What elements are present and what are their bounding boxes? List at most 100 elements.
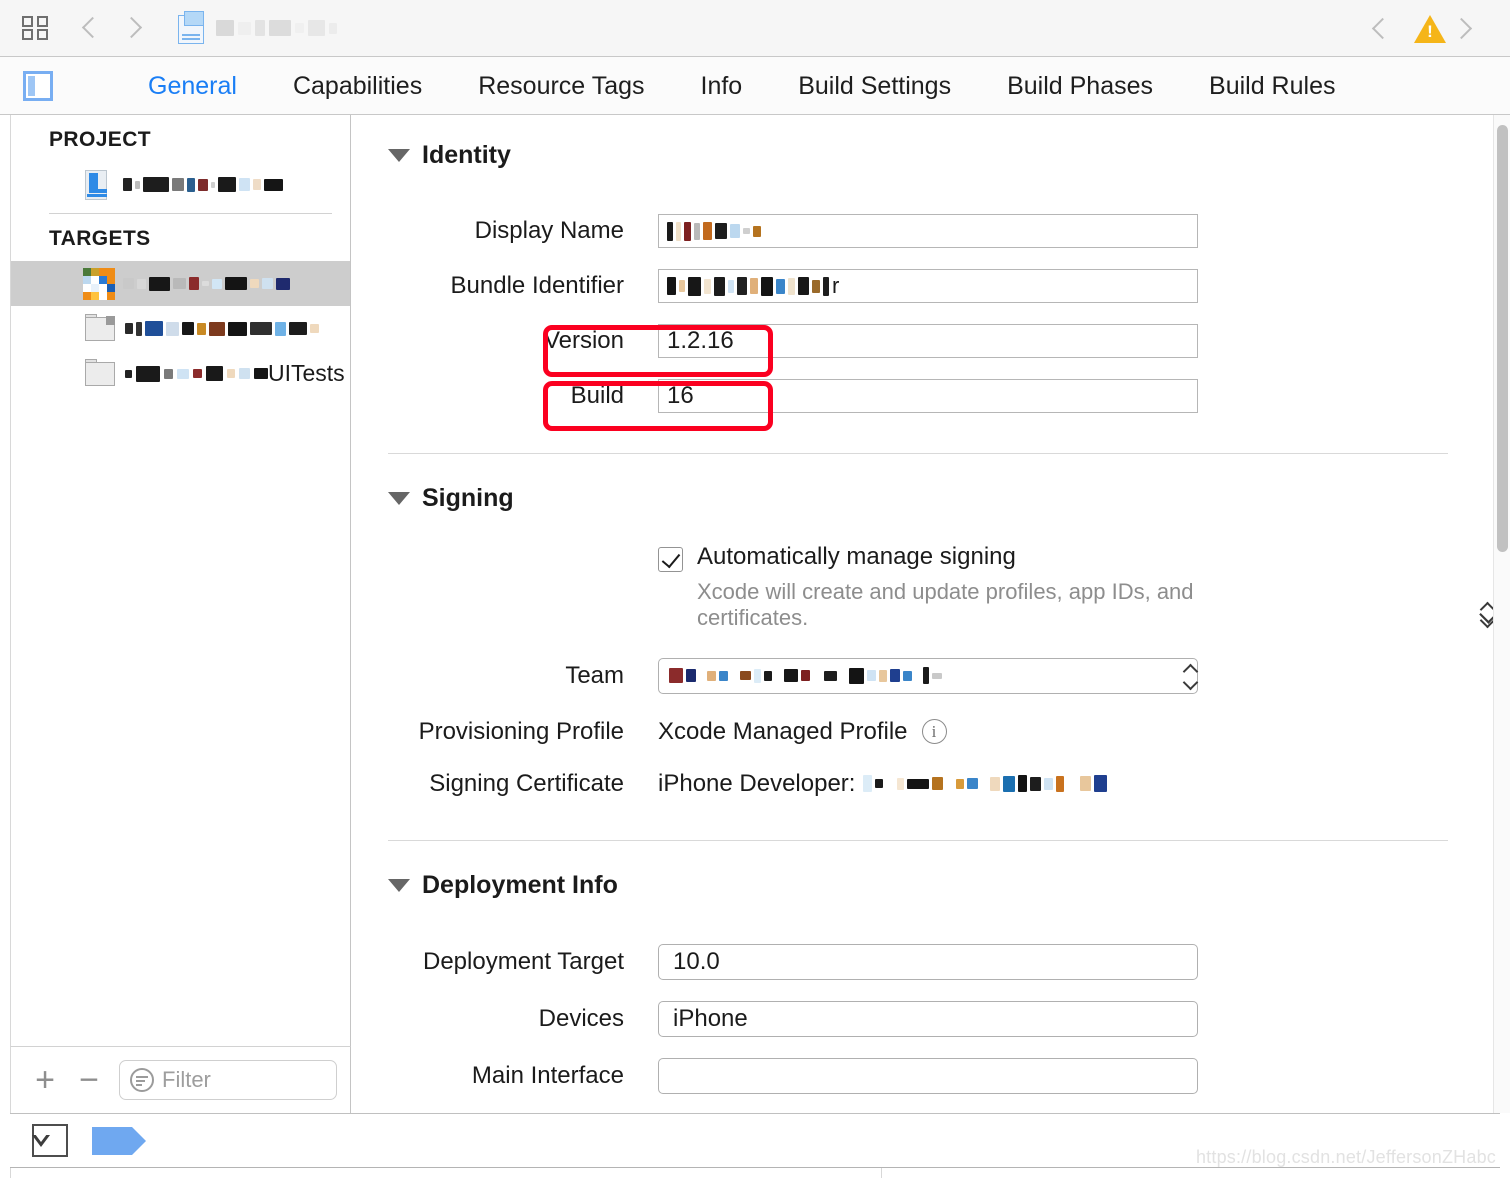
provisioning-profile-value: Xcode Managed Profile (658, 717, 908, 745)
target-uitests-label: UITests (268, 360, 345, 386)
filter-icon (130, 1068, 154, 1092)
disclosure-triangle-icon[interactable] (388, 149, 410, 162)
breakpoint-flag-icon[interactable] (92, 1126, 146, 1155)
project-document-icon (178, 11, 208, 45)
signing-certificate-label: Signing Certificate (429, 769, 624, 797)
field-row-bundle-identifier: Bundle Identifier r (352, 269, 1498, 303)
devices-label: Devices (538, 1004, 624, 1032)
version-input[interactable]: 1.2.16 (658, 324, 1198, 358)
field-row-version: Version 1.2.16 (352, 324, 1498, 358)
deployment-target-label: Deployment Target (423, 947, 624, 975)
section-deployment-info-title: Deployment Info (422, 870, 618, 899)
remove-target-button[interactable]: − (75, 1063, 103, 1097)
field-row-main-interface: Main Interface (352, 1057, 1498, 1094)
filter-placeholder: Filter (162, 1067, 211, 1092)
breadcrumb[interactable] (178, 11, 337, 45)
section-deployment-info-header[interactable]: Deployment Info (388, 871, 1498, 900)
deployment-target-select[interactable]: 10.0 (658, 943, 1198, 980)
bundle-identifier-label: Bundle Identifier (450, 272, 624, 299)
tab-resource-tags[interactable]: Resource Tags (450, 57, 672, 115)
toolbar-left-group (0, 11, 337, 45)
auto-manage-signing-row: Automatically manage signing Xcode will … (658, 543, 1498, 631)
test-bundle-icon (83, 312, 117, 346)
sidebar-footer: + − Filter (10, 1046, 351, 1113)
bundle-identifier-input[interactable]: r (658, 269, 1198, 303)
sidebar-item-target-tests[interactable] (11, 306, 350, 351)
issue-next-chevron-icon[interactable] (1450, 14, 1476, 44)
main-interface-label: Main Interface (471, 1061, 624, 1089)
breadcrumb-redacted-text (216, 20, 337, 36)
display-name-input[interactable] (658, 214, 1198, 248)
filter-issues-icon[interactable] (32, 1124, 68, 1157)
top-toolbar (0, 0, 1510, 57)
filter-input[interactable]: Filter (119, 1060, 337, 1100)
tab-general[interactable]: General (120, 57, 265, 115)
field-row-team: Team (352, 657, 1498, 694)
provisioning-profile-label: Provisioning Profile (418, 717, 624, 745)
auto-manage-signing-checkbox[interactable] (658, 547, 683, 572)
content-scrollbar-track[interactable] (1493, 115, 1510, 1113)
tab-build-settings[interactable]: Build Settings (770, 57, 979, 115)
target-app-name-redacted (123, 276, 290, 291)
project-targets-sidebar: PROJECT TARGETS UITests (10, 115, 351, 1113)
sidebar-section-targets: TARGETS (49, 227, 151, 250)
field-row-provisioning-profile: Provisioning Profile Xcode Managed Profi… (352, 718, 1498, 746)
target-tests-name-redacted (125, 321, 319, 336)
tab-build-phases[interactable]: Build Phases (979, 57, 1181, 115)
sidebar-toggle-icon[interactable] (23, 71, 53, 101)
section-signing-title: Signing (422, 484, 514, 512)
divider-identity-signing (388, 453, 1448, 454)
xcode-project-icon (81, 168, 115, 202)
disclosure-triangle-icon[interactable] (388, 878, 410, 892)
build-label: Build (570, 382, 624, 409)
disclosure-triangle-icon[interactable] (388, 492, 410, 505)
field-row-devices: Devices iPhone (352, 1000, 1498, 1037)
back-chevron-icon[interactable] (78, 13, 104, 43)
add-target-button[interactable]: + (31, 1063, 59, 1097)
sidebar-item-project[interactable] (11, 162, 350, 207)
toolbar-right-group (1368, 0, 1492, 57)
signing-certificate-value-redacted (863, 775, 1108, 793)
devices-select[interactable]: iPhone (658, 1000, 1198, 1037)
tab-info[interactable]: Info (673, 57, 771, 115)
tab-list: General Capabilities Resource Tags Info … (120, 57, 1363, 115)
auto-manage-signing-hint: Xcode will create and update profiles, a… (697, 579, 1194, 630)
content-scrollbar-thumb[interactable] (1497, 125, 1508, 552)
build-input[interactable]: 16 (658, 379, 1198, 413)
field-row-build: Build 16 (352, 379, 1498, 413)
footer-strip (10, 1168, 1500, 1178)
grid-icon[interactable] (22, 14, 52, 42)
info-icon[interactable]: i (921, 719, 947, 745)
sidebar-item-target-uitests[interactable]: UITests (11, 351, 350, 396)
display-name-label: Display Name (474, 217, 624, 244)
editor-tab-bar: General Capabilities Resource Tags Info … (0, 57, 1510, 115)
test-bundle-icon (83, 357, 117, 391)
watermark: https://blog.csdn.net/JeffersonZHabc (1195, 1147, 1496, 1167)
field-row-display-name: Display Name (352, 214, 1498, 248)
section-identity-header[interactable]: Identity (388, 141, 1498, 170)
main-interface-select[interactable] (658, 1057, 1198, 1094)
section-signing-header[interactable]: Signing (388, 484, 1498, 513)
field-row-signing-certificate: Signing Certificate iPhone Developer: (352, 770, 1498, 798)
bundle-identifier-value-redacted: r (667, 273, 839, 299)
sidebar-section-project: PROJECT (49, 128, 151, 151)
field-row-deployment-target: Deployment Target 10.0 (352, 943, 1498, 980)
issue-previous-chevron-icon[interactable] (1368, 14, 1394, 44)
team-value-redacted (669, 667, 942, 685)
team-select[interactable] (658, 657, 1198, 694)
tab-build-rules[interactable]: Build Rules (1181, 57, 1363, 115)
target-uitests-name-redacted (125, 365, 268, 382)
divider-signing-deployment (388, 839, 1448, 841)
tab-capabilities[interactable]: Capabilities (265, 57, 450, 115)
project-name-redacted (123, 177, 283, 192)
app-icon (83, 268, 115, 300)
forward-chevron-icon[interactable] (120, 13, 146, 43)
section-identity-title: Identity (422, 141, 511, 169)
sidebar-item-target-app[interactable] (11, 261, 350, 306)
general-settings-pane: Identity Display Name Bundle Identifier … (352, 115, 1499, 1113)
warning-triangle-icon[interactable] (1414, 14, 1446, 43)
display-name-value-redacted (667, 221, 761, 241)
signing-certificate-value: iPhone Developer: (658, 769, 856, 797)
xcode-window: General Capabilities Resource Tags Info … (0, 0, 1510, 1178)
auto-manage-signing-label: Automatically manage signing (697, 543, 1016, 570)
